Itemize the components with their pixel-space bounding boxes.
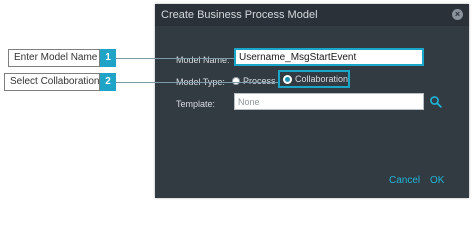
callout-select-collaboration: Select Collaboration — [4, 73, 100, 91]
ok-button[interactable]: OK — [430, 175, 444, 186]
create-model-dialog: Create Business Process Model × Model Na… — [155, 4, 469, 198]
callout-leader-2 — [116, 82, 278, 83]
cancel-button[interactable]: Cancel — [389, 175, 420, 186]
dialog-header: Create Business Process Model × — [155, 4, 469, 26]
model-name-label: Model Name: — [176, 55, 230, 65]
radio-process[interactable]: Process — [232, 76, 276, 86]
template-label: Template: — [176, 99, 216, 109]
radio-unselected-icon[interactable] — [232, 77, 240, 85]
radio-selected-icon[interactable] — [283, 74, 292, 84]
callout-badge-1: 1 — [100, 49, 116, 67]
search-icon[interactable] — [429, 95, 442, 108]
callout-leader-1 — [116, 58, 234, 59]
radio-collaboration-label: Collaboration — [294, 74, 348, 84]
dialog-title: Create Business Process Model — [161, 9, 318, 21]
radio-collaboration[interactable]: Collaboration — [278, 70, 350, 88]
callout-badge-2: 2 — [100, 73, 116, 91]
model-name-input[interactable] — [234, 48, 424, 66]
radio-process-label: Process — [243, 76, 276, 86]
callout-enter-model-name: Enter Model Name — [8, 49, 100, 67]
template-field[interactable]: None — [234, 93, 424, 110]
close-icon[interactable]: × — [452, 9, 463, 20]
